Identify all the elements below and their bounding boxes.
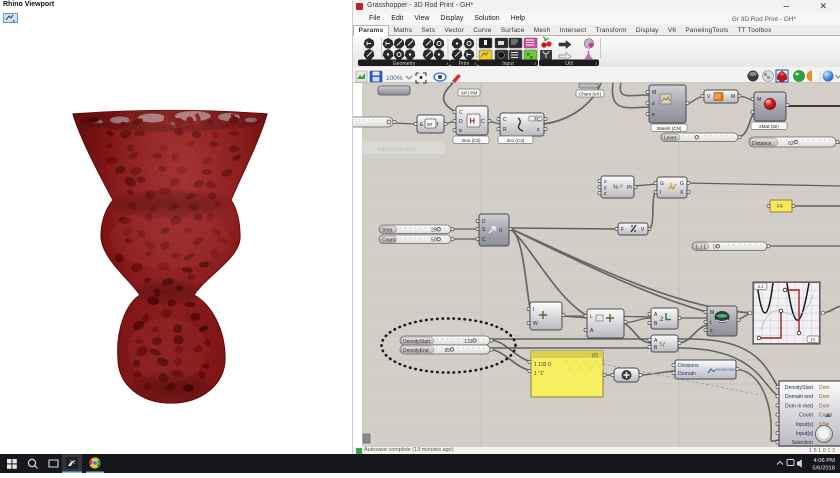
svg-text:2Mesh (CN): 2Mesh (CN) [657,126,682,131]
svg-text:M: M [710,310,714,316]
svg-text:Dom: Dom [819,385,830,391]
svg-text:Count: Count [819,413,833,419]
svg-text:C: C [537,117,541,123]
svg-text:M: M [652,90,656,96]
svg-text:{0}: {0} [592,353,598,359]
svg-text:2Mat (3e): 2Mat (3e) [759,124,779,129]
svg-text:a: a [459,128,462,134]
svg-text:Chars (eX): Chars (eX) [579,91,602,96]
svg-text:Dom: Dom [819,394,830,400]
svg-text:5/6/2018: 5/6/2018 [812,466,835,472]
svg-text:R: R [499,228,503,234]
svg-text:3mu (C5): 3mu (C5) [461,138,481,143]
svg-text:R: R [503,127,507,133]
svg-text:Srf | PM: Srf | PM [461,90,478,95]
svg-text:e: e [652,112,655,118]
svg-text:133: 133 [464,339,473,345]
svg-text:Input[s]: Input[s] [796,431,814,437]
svg-text:Input[s]: Input[s] [796,422,814,428]
svg-text:62: 62 [788,141,794,147]
svg-text:Level: Level [664,135,676,141]
svg-text:%·º: %·º [613,184,623,191]
svg-text:50: 50 [431,237,437,243]
svg-text:4.1: 4.1 [758,284,764,289]
svg-text:Dom in med: Dom in med [785,403,813,409]
svg-text:C: C [482,237,486,243]
svg-text:M: M [731,94,735,100]
svg-text:Selection: Selection [792,440,813,446]
svg-text:Domain end: Domain end [785,394,813,400]
svg-text:4:06 PM: 4:06 PM [813,458,835,464]
svg-text:Count: Count [382,237,396,243]
svg-text:G: G [680,181,684,187]
svg-text:Distance: Distance [752,141,772,147]
svg-text:0: 0 [713,244,716,250]
svg-text:C: C [459,110,463,116]
svg-text:F4: F4 [777,204,783,210]
svg-text:1. | 1: 1. | 1 [695,244,706,250]
svg-text:DensityStart: DensityStart [403,339,431,345]
svg-text:3cu (C3): 3cu (C3) [507,138,525,143]
svg-text:Domain: Domain [678,371,696,377]
svg-text:1 “1”: 1 “1” [534,371,545,377]
svg-text:Selection: Selection [717,367,736,372]
svg-text:C: C [503,117,507,123]
svg-text:1 132 0: 1 132 0 [534,362,551,368]
svg-text:I: I [533,307,534,313]
svg-text:DensityStart: DensityStart [785,385,814,391]
svg-text:W: W [533,321,538,327]
svg-text:Count: Count [799,413,813,419]
svg-text:wr: wr [427,122,433,128]
svg-text:D: D [482,219,486,225]
svg-text:L: L [590,314,593,320]
svg-text:I: I [660,190,661,196]
svg-text:C: C [481,119,485,125]
svg-text:D: D [459,119,463,125]
svg-text:M: M [757,97,761,103]
svg-text:29: 29 [431,227,437,233]
svg-text:Pt: Pt [627,185,632,191]
svg-text:G: G [660,181,664,187]
svg-text:Dom: Dom [819,403,830,409]
svg-text:Tube mesh Grp: Tube mesh Grp [377,147,415,153]
svg-text:DensityEnd: DensityEnd [403,348,429,354]
svg-text:Step: Step [382,227,393,233]
svg-text:Divisions: Divisions [678,363,699,369]
svg-text:F: F [621,227,624,233]
svg-text:95: 95 [444,348,450,354]
svg-text:Sƒ: Sƒ [659,342,666,348]
